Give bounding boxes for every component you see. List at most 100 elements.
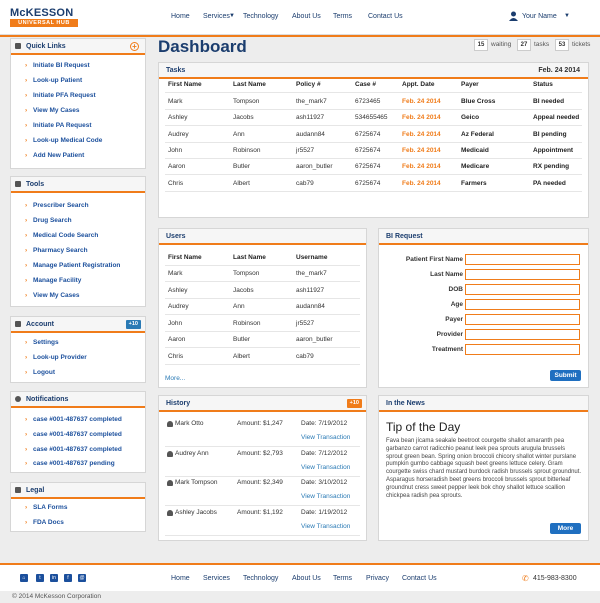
quick-link-add-patient[interactable]: Add New Patient <box>25 152 84 159</box>
tickets-count[interactable]: 53 <box>555 39 569 51</box>
table-cell: aaron_butler <box>296 163 333 171</box>
nav-services[interactable]: Services <box>203 13 230 20</box>
account-logout[interactable]: Logout <box>25 369 55 376</box>
quick-link-initiate-pa[interactable]: Initiate PA Request <box>25 122 91 129</box>
mckesson-logo[interactable]: McKESSON UNIVERSAL HUB <box>10 7 78 27</box>
view-transaction-link[interactable]: View Transaction <box>301 523 350 530</box>
table-cell: Tompson <box>233 98 260 105</box>
waiting-count[interactable]: 15 <box>474 39 488 51</box>
view-transaction-link[interactable]: View Transaction <box>301 434 350 441</box>
tool-manage-facility[interactable]: Manage Facility <box>25 277 81 284</box>
notification-item[interactable]: case #001-487637 completed <box>25 416 122 423</box>
tasks-count[interactable]: 27 <box>517 39 531 51</box>
tool-pharmacy-search[interactable]: Pharmacy Search <box>25 247 87 254</box>
footer-terms[interactable]: Terms <box>333 575 352 582</box>
bi-field-label: Treatment <box>431 346 463 353</box>
quick-link-lookup-patient[interactable]: Look-up Patient <box>25 77 82 84</box>
bi-field-input[interactable] <box>465 299 580 310</box>
add-icon[interactable]: + <box>130 42 139 51</box>
tool-prescriber-search[interactable]: Prescriber Search <box>25 202 89 209</box>
user-name[interactable]: Your Name <box>522 13 557 20</box>
nav-terms[interactable]: Terms <box>333 13 352 20</box>
chevron-down-icon[interactable]: ▼ <box>564 13 570 19</box>
notification-item[interactable]: case #001-487637 completed <box>25 446 122 453</box>
notification-item[interactable]: case #001-487637 completed <box>25 431 122 438</box>
table-row[interactable]: Ashley Jacobs ash11927 534655465 Feb. 24 201… <box>165 110 582 127</box>
table-cell: 6725674 <box>355 146 381 154</box>
bi-field-input[interactable] <box>465 269 580 280</box>
tool-drug-search[interactable]: Drug Search <box>25 217 72 224</box>
table-cell: Medicaid <box>461 146 489 154</box>
bi-field-input[interactable] <box>465 254 580 265</box>
view-transaction-link[interactable]: View Transaction <box>301 493 350 500</box>
table-cell: Aaron <box>168 163 186 171</box>
bi-field-input[interactable] <box>465 284 580 295</box>
table-row[interactable]: John Robinson jr5527 <box>165 316 360 332</box>
legal-fda-docs[interactable]: FDA Docs <box>25 519 64 526</box>
table-cell: 6725674 <box>355 163 381 171</box>
table-cell: jr5527 <box>296 146 315 154</box>
email-icon[interactable]: @ <box>78 574 86 582</box>
twitter-icon[interactable]: t <box>36 574 44 582</box>
table-cell: Robinson <box>233 319 261 327</box>
linkedin-icon[interactable]: in <box>50 574 58 582</box>
footer-services[interactable]: Services <box>203 575 230 582</box>
history-date: Date: 7/19/2012 <box>301 420 348 427</box>
footer-about-us[interactable]: About Us <box>292 575 321 582</box>
submit-button[interactable]: Submit <box>550 370 581 381</box>
nav-home[interactable]: Home <box>171 13 190 20</box>
table-cell: the_mark7 <box>296 98 327 105</box>
user-icon[interactable] <box>509 11 518 21</box>
tool-view-cases[interactable]: View My Cases <box>25 292 79 299</box>
quick-link-initiate-pfa[interactable]: Initiate PFA Request <box>25 92 96 99</box>
table-cell: ash11927 <box>296 114 325 122</box>
account-settings[interactable]: Settings <box>25 339 59 346</box>
table-row[interactable]: Mark Tompson the_mark7 <box>165 266 360 282</box>
table-row[interactable]: Aaron Butler aaron_butler 6725674 Feb. 24 20… <box>165 159 582 176</box>
legal-sla-forms[interactable]: SLA Forms <box>25 504 68 511</box>
table-row[interactable]: John Robinson jr5527 6725674 Feb. 24 2014 Med… <box>165 143 582 159</box>
tool-medical-code-search[interactable]: Medical Code Search <box>25 232 98 239</box>
bi-field-input[interactable] <box>465 329 580 340</box>
view-transaction-link[interactable]: View Transaction <box>301 464 350 471</box>
facebook-icon[interactable]: f <box>64 574 72 582</box>
footer-contact-us[interactable]: Contact Us <box>402 575 437 582</box>
nav-contact-us[interactable]: Contact Us <box>368 13 403 20</box>
tickets-label: tickets <box>572 41 591 48</box>
notification-item[interactable]: case #001-487637 pending <box>25 460 115 467</box>
table-row[interactable]: Audrey Ann audann84 <box>165 299 360 315</box>
table-row[interactable]: Audrey Ann audann84 6725674 Feb. 24 2014 Az F… <box>165 127 582 143</box>
table-cell: PA needed <box>533 179 566 187</box>
nav-technology[interactable]: Technology <box>243 13 278 20</box>
bi-field-input[interactable] <box>465 314 580 325</box>
table-cell: BI pending <box>533 130 567 138</box>
table-row[interactable]: Aaron Butler aaron_butler <box>165 332 360 348</box>
account-lookup-provider[interactable]: Look-up Provider <box>25 354 87 361</box>
footer-technology[interactable]: Technology <box>243 575 278 582</box>
history-name: Ashley Jacobs <box>175 508 217 516</box>
user-icon <box>167 450 173 457</box>
share-icon[interactable]: ⌂ <box>20 574 28 582</box>
tools-header: Tools <box>11 177 145 193</box>
quick-link-initiate-bi[interactable]: Initiate BI Request <box>25 62 90 69</box>
table-row[interactable]: Chris Albert cab79 6725674 Feb. 24 2014 Farme… <box>165 176 582 192</box>
column-header: Payer <box>461 81 479 88</box>
footer-phone[interactable]: 415-983-8300 <box>533 575 577 582</box>
table-row[interactable]: Ashley Jacobs ash11927 <box>165 283 360 299</box>
quick-link-lookup-medical-code[interactable]: Look-up Medical Code <box>25 137 102 144</box>
table-cell: cab79 <box>296 352 314 360</box>
users-more-link[interactable]: More... <box>165 375 185 382</box>
footer-privacy[interactable]: Privacy <box>366 575 389 582</box>
quick-link-view-cases[interactable]: View My Cases <box>25 107 79 114</box>
bi-field-input[interactable] <box>465 344 580 355</box>
table-row[interactable]: Mark Tompson the_mark7 6723465 Feb. 24 2014 B… <box>165 94 582 110</box>
news-more-button[interactable]: More <box>550 523 581 534</box>
nav-about-us[interactable]: About Us <box>292 13 321 20</box>
waiting-label: waiting <box>491 41 512 48</box>
history-name: Audrey Ann <box>175 449 209 457</box>
quick-links-panel: Quick Links + Initiate BI Request Look-u… <box>10 38 146 169</box>
footer-home[interactable]: Home <box>171 575 190 582</box>
table-row[interactable]: Chris Albert cab79 <box>165 349 360 365</box>
chevron-down-icon[interactable]: ▼ <box>229 13 235 19</box>
tool-patient-registration[interactable]: Manage Patient Registration <box>25 262 120 269</box>
